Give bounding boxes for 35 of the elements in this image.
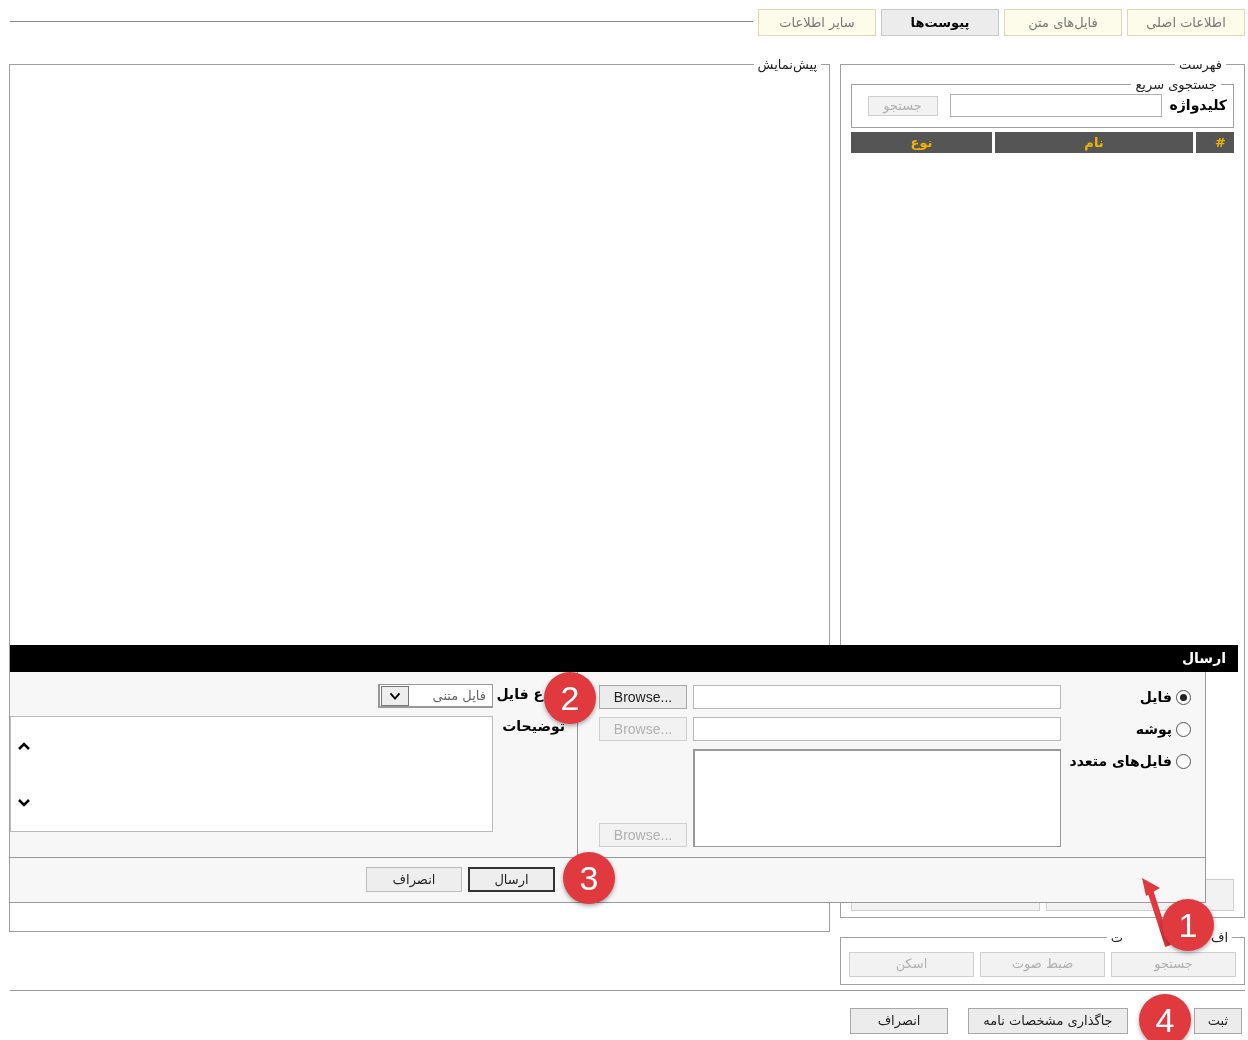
footer-button[interactable]: انصراف xyxy=(850,1008,948,1034)
keyword-label: کلیدواژه xyxy=(1169,96,1227,116)
step-marker: 4 xyxy=(1139,994,1191,1040)
radio-label: فایل‌های متعدد xyxy=(1069,751,1172,771)
files-list-field[interactable] xyxy=(693,749,1061,847)
path-field[interactable] xyxy=(693,717,1061,741)
column-header: # xyxy=(1196,132,1234,153)
keyword-field[interactable] xyxy=(949,94,1162,117)
footer-button[interactable]: جاگذاری مشخصات نامه xyxy=(968,1008,1128,1034)
radio-label: فایل xyxy=(1139,687,1172,707)
tab[interactable]: فایل‌های متن xyxy=(1004,9,1122,36)
radio-button[interactable] xyxy=(1176,689,1191,705)
dialog-title-bar: ارسال xyxy=(10,645,1238,672)
scroll-up-icon[interactable] xyxy=(17,740,31,751)
column-header: نام xyxy=(995,132,1193,153)
chevron-down-icon xyxy=(381,685,409,706)
dialog-button[interactable]: ارسال xyxy=(468,867,555,892)
panel-legend: فهرست xyxy=(1174,55,1226,75)
radio-button[interactable] xyxy=(1176,753,1191,769)
radio-button[interactable] xyxy=(1176,721,1191,737)
panel-legend: پیش‌نمایش xyxy=(753,55,821,75)
tab[interactable]: سایر اطلاعات xyxy=(758,9,876,36)
panel-legend: جستجوی سریع xyxy=(1131,74,1221,94)
scroll-down-icon[interactable] xyxy=(17,797,31,808)
column-header: نوع xyxy=(851,132,992,153)
file-type-label: ع فایل xyxy=(495,685,543,704)
description-field[interactable] xyxy=(10,716,493,832)
tab[interactable]: پیوست‌ها xyxy=(881,9,999,36)
radio-label: پوشه xyxy=(1135,719,1172,740)
dialog-button[interactable]: انصراف xyxy=(366,867,462,892)
browse-button[interactable]: Browse... xyxy=(599,685,687,709)
tab[interactable]: اطلاعات اصلی xyxy=(1127,9,1245,36)
file-type-select[interactable]: فایل متنی xyxy=(378,684,493,708)
footer-button[interactable]: ثبت xyxy=(1194,1008,1242,1034)
path-field[interactable] xyxy=(693,685,1061,709)
